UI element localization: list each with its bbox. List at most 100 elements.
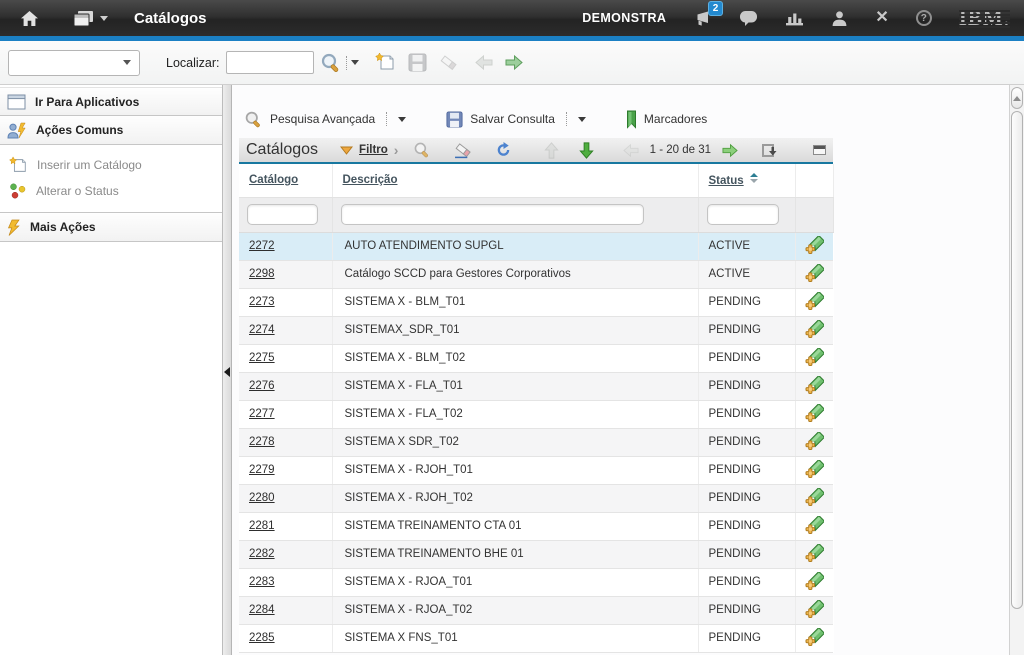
feedback-button[interactable]: [739, 10, 758, 27]
add-bookmark-icon[interactable]: [804, 236, 824, 256]
table-row[interactable]: 2282 SISTEMA TREINAMENTO BHE 01 PENDING: [239, 540, 833, 568]
save-record-button[interactable]: [408, 53, 427, 72]
add-bookmark-icon[interactable]: [804, 488, 824, 508]
application-window-icon: [7, 94, 26, 110]
sidebar-item-go-to-applications[interactable]: Ir Para Aplicativos: [0, 87, 222, 116]
catalog-link[interactable]: 2282: [249, 548, 275, 560]
refresh-button[interactable]: [495, 142, 512, 158]
filter-toggle[interactable]: Filtro: [340, 144, 388, 156]
table-row[interactable]: 2274 SISTEMAX_SDR_T01 PENDING: [239, 316, 833, 344]
home-icon[interactable]: [20, 10, 39, 27]
applications-menu-button[interactable]: [73, 10, 108, 27]
profile-button[interactable]: [831, 10, 848, 27]
clear-changes-button[interactable]: [439, 54, 460, 72]
previous-record-button[interactable]: [474, 54, 494, 71]
add-bookmark-icon[interactable]: [804, 264, 824, 284]
sidebar-splitter[interactable]: [222, 85, 232, 655]
add-bookmark-icon[interactable]: [804, 572, 824, 592]
filter-input-status[interactable]: [707, 204, 779, 225]
status-cell: PENDING: [698, 624, 795, 652]
table-row[interactable]: 2277 SISTEMA X - FLA_T02 PENDING: [239, 400, 833, 428]
download-button[interactable]: [761, 143, 778, 158]
table-row[interactable]: 2272 AUTO ATENDIMENTO SUPGL ACTIVE: [239, 232, 833, 260]
catalog-link[interactable]: 2279: [249, 464, 275, 476]
close-icon[interactable]: ✕: [875, 10, 888, 26]
previous-row-button[interactable]: [543, 141, 560, 160]
catalog-link[interactable]: 2272: [249, 240, 275, 252]
search-icon: [413, 141, 431, 159]
table-row[interactable]: 2283 SISTEMA X - RJOA_T01 PENDING: [239, 568, 833, 596]
find-input[interactable]: [226, 51, 314, 74]
catalog-link[interactable]: 2273: [249, 296, 275, 308]
table-row[interactable]: 2276 SISTEMA X - FLA_T01 PENDING: [239, 372, 833, 400]
scrollbar-thumb[interactable]: [1011, 111, 1023, 609]
filter-input-description[interactable]: [341, 204, 644, 225]
add-bookmark-icon[interactable]: [804, 628, 824, 648]
catalog-link[interactable]: 2275: [249, 352, 275, 364]
bookmarks-button[interactable]: Marcadores: [626, 110, 707, 129]
catalog-link[interactable]: 2281: [249, 520, 275, 532]
table-row[interactable]: 2279 SISTEMA X - RJOH_T01 PENDING: [239, 456, 833, 484]
next-record-button[interactable]: [504, 54, 524, 71]
add-bookmark-icon[interactable]: [804, 376, 824, 396]
column-header-description[interactable]: Descrição: [332, 164, 698, 197]
advanced-search-button[interactable]: Pesquisa Avançada: [244, 110, 406, 129]
help-icon[interactable]: ?: [916, 10, 932, 26]
catalog-link[interactable]: 2280: [249, 492, 275, 504]
add-bookmark-icon[interactable]: [804, 600, 824, 620]
new-record-button[interactable]: [375, 52, 396, 73]
vertical-scrollbar[interactable]: [1009, 85, 1024, 655]
table-row[interactable]: 2273 SISTEMA X - BLM_T01 PENDING: [239, 288, 833, 316]
add-bookmark-icon[interactable]: [804, 516, 824, 536]
catalog-link[interactable]: 2274: [249, 324, 275, 336]
table-row[interactable]: 2278 SISTEMA X SDR_T02 PENDING: [239, 428, 833, 456]
table-row[interactable]: 2281 SISTEMA TREINAMENTO CTA 01 PENDING: [239, 512, 833, 540]
table-row[interactable]: 2275 SISTEMA X - BLM_T02 PENDING: [239, 344, 833, 372]
add-bookmark-icon[interactable]: [804, 460, 824, 480]
table-search-button[interactable]: [413, 141, 431, 159]
catalog-link[interactable]: 2284: [249, 604, 275, 616]
column-header-catalog[interactable]: Catálogo: [239, 164, 332, 197]
sidebar-section-more-actions[interactable]: Mais Ações: [0, 213, 222, 242]
filter-input-catalog[interactable]: [247, 204, 318, 225]
add-bookmark-icon[interactable]: [804, 432, 824, 452]
reports-button[interactable]: [785, 10, 804, 26]
table-row[interactable]: 2280 SISTEMA X - RJOH_T02 PENDING: [239, 484, 833, 512]
catalog-link[interactable]: 2298: [249, 268, 275, 280]
download-icon: [761, 143, 778, 158]
announcements-button[interactable]: 2: [693, 10, 712, 27]
collapse-table-button[interactable]: [813, 145, 826, 155]
lightning-icon: [7, 219, 21, 236]
catalog-link[interactable]: 2283: [249, 576, 275, 588]
status-cell: PENDING: [698, 428, 795, 456]
arrow-down-icon: [578, 141, 595, 160]
sidebar-item-insert-catalog[interactable]: Inserir um Catálogo: [0, 152, 222, 178]
table-row[interactable]: 2284 SISTEMA X - RJOA_T02 PENDING: [239, 596, 833, 624]
add-bookmark-icon[interactable]: [804, 292, 824, 312]
clear-filter-button[interactable]: [454, 142, 474, 159]
column-header-status[interactable]: Status: [698, 164, 795, 197]
search-options-caret[interactable]: [351, 60, 359, 65]
table-row[interactable]: 2298 Catálogo SCCD para Gestores Corpora…: [239, 260, 833, 288]
search-button[interactable]: [320, 52, 342, 74]
add-bookmark-icon[interactable]: [804, 320, 824, 340]
collapse-sidebar-handle[interactable]: [223, 361, 231, 383]
catalog-link[interactable]: 2285: [249, 632, 275, 644]
scroll-up-button[interactable]: [1011, 87, 1023, 109]
sidebar-section-common-actions[interactable]: Ações Comuns: [0, 116, 222, 145]
next-row-button[interactable]: [578, 141, 595, 160]
add-bookmark-icon[interactable]: [804, 544, 824, 564]
save-query-button[interactable]: Salvar Consulta: [446, 111, 586, 128]
sidebar-item-change-status[interactable]: Alterar o Status: [0, 178, 222, 204]
next-page-button[interactable]: [721, 143, 739, 158]
catalog-link[interactable]: 2276: [249, 380, 275, 392]
add-bookmark-icon[interactable]: [804, 348, 824, 368]
catalog-link[interactable]: 2277: [249, 408, 275, 420]
table-row[interactable]: 2285 SISTEMA X FNS_T01 PENDING: [239, 624, 833, 652]
add-bookmark-icon[interactable]: [804, 404, 824, 424]
catalog-table: Catálogo Descrição Status 2272: [239, 164, 834, 653]
previous-page-button[interactable]: [622, 143, 640, 158]
save-icon: [408, 53, 427, 72]
catalog-link[interactable]: 2278: [249, 436, 275, 448]
quick-search-combobox[interactable]: [8, 50, 140, 76]
